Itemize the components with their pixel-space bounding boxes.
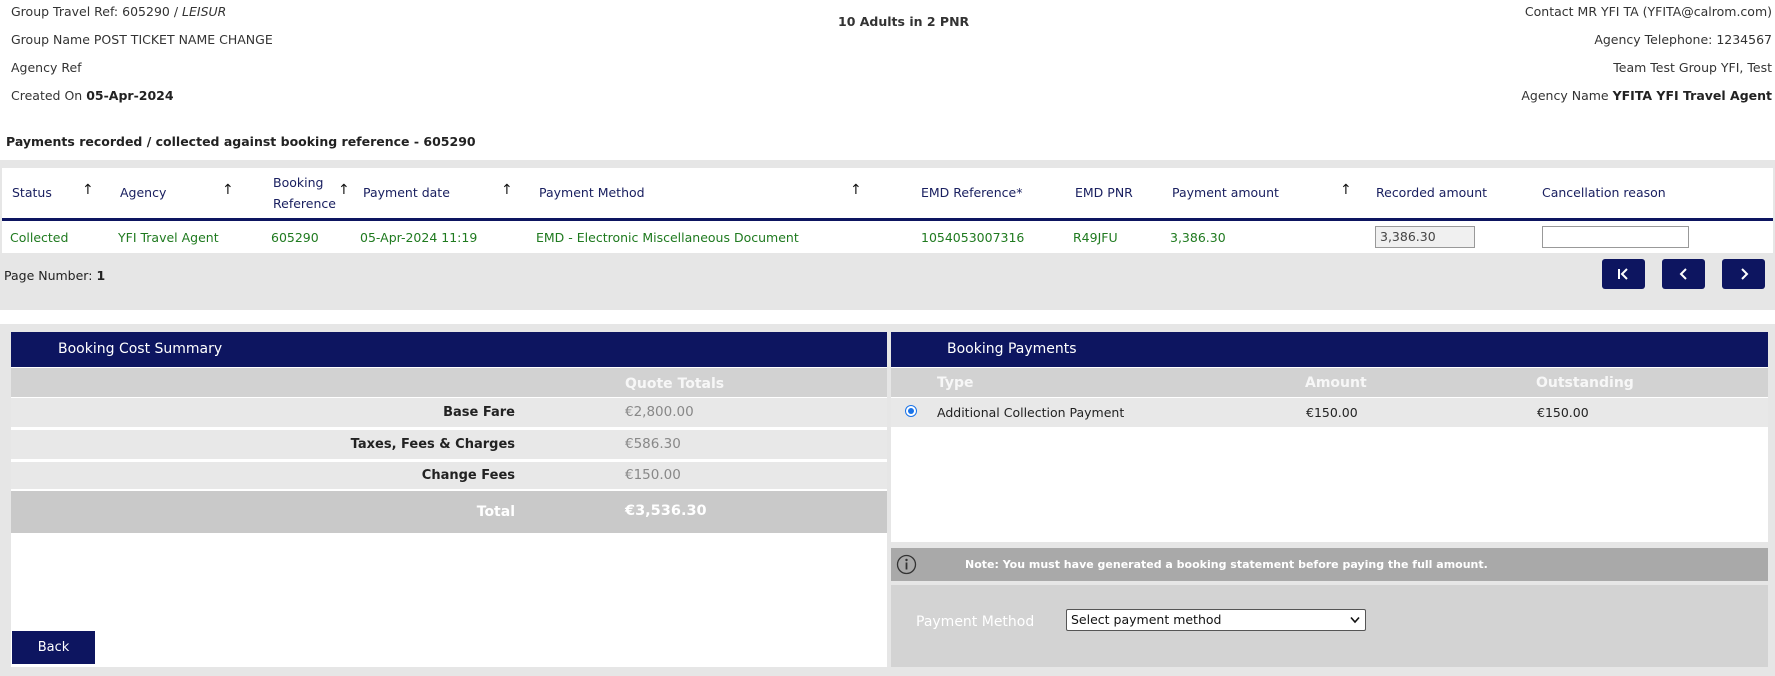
payments-table-header: Status ↑ Agency ↑ Booking Reference ↑ Pa… xyxy=(2,168,1773,221)
team-info: Team Test Group YFI, Test xyxy=(1613,60,1772,75)
cancellation-reason-input[interactable] xyxy=(1542,226,1689,248)
cost-row-base-fare: Base Fare €2,800.00 xyxy=(11,398,887,427)
page-number: Page Number: 1 xyxy=(4,268,106,283)
cell-status: Collected xyxy=(10,230,69,245)
cost-total-row: Total €3,536.30 xyxy=(11,491,887,533)
sort-arrow-agency-icon[interactable]: ↑ xyxy=(222,182,234,198)
payments-section-title: Payments recorded / collected against bo… xyxy=(6,134,476,149)
total-value: €3,536.30 xyxy=(625,503,707,519)
total-label: Total xyxy=(476,504,515,520)
created-on: Created On 05-Apr-2024 xyxy=(11,88,174,103)
first-page-icon xyxy=(1617,268,1628,280)
payment-outstanding: €150.00 xyxy=(1537,405,1589,420)
group-name: Group Name POST TICKET NAME CHANGE xyxy=(11,32,273,47)
next-page-button[interactable] xyxy=(1722,259,1765,289)
col-cancellation-reason: Cancellation reason xyxy=(1542,185,1666,200)
cost-summary-spacer xyxy=(11,539,887,667)
agency-ref: Agency Ref xyxy=(11,60,82,75)
col-amount: Amount xyxy=(1305,375,1367,391)
col-payment-method[interactable]: Payment Method xyxy=(539,182,645,203)
info-icon xyxy=(896,554,917,575)
recorded-amount-input[interactable]: 3,386.30 xyxy=(1375,226,1475,248)
col-payment-date[interactable]: Payment date xyxy=(363,182,450,203)
first-page-button[interactable] xyxy=(1602,259,1645,289)
prev-page-button[interactable] xyxy=(1662,259,1705,289)
cell-emd-reference: 1054053007316 xyxy=(921,230,1025,245)
payment-select-radio[interactable] xyxy=(905,405,917,417)
col-emd-pnr: EMD PNR xyxy=(1075,185,1133,200)
payment-type: Additional Collection Payment xyxy=(937,405,1125,420)
col-booking-reference[interactable]: Booking Reference xyxy=(273,172,336,214)
cell-booking-ref: 605290 xyxy=(271,230,319,245)
col-type: Type xyxy=(937,375,974,391)
chevron-down-icon xyxy=(1350,616,1360,624)
col-emd-reference: EMD Reference* xyxy=(921,185,1023,200)
sort-arrow-payment-method-icon[interactable]: ↑ xyxy=(850,182,862,198)
cell-payment-amount: 3,386.30 xyxy=(1170,230,1226,245)
payment-method-label: Payment Method xyxy=(916,614,1035,630)
cell-agency: YFI Travel Agent xyxy=(118,230,219,245)
sort-arrow-status-icon[interactable]: ↑ xyxy=(82,182,94,198)
payment-method-select[interactable]: Select payment method xyxy=(1066,609,1366,631)
chevron-right-icon xyxy=(1740,268,1748,280)
cost-summary-title: Booking Cost Summary xyxy=(11,332,887,367)
group-travel-ref: Group Travel Ref: 605290 / LEISUR xyxy=(11,4,227,19)
cost-row-taxes: Taxes, Fees & Charges €586.30 xyxy=(11,430,887,459)
sort-arrow-booking-ref-icon[interactable]: ↑ xyxy=(338,182,350,198)
col-recorded-amount: Recorded amount xyxy=(1376,185,1488,200)
agency-telephone: Agency Telephone: 1234567 xyxy=(1594,32,1772,47)
col-agency[interactable]: Agency xyxy=(120,182,166,203)
table-row: Collected YFI Travel Agent 605290 05-Apr… xyxy=(2,221,1773,253)
note-banner: Note: You must have generated a booking … xyxy=(891,548,1768,581)
quote-totals-header: Quote Totals xyxy=(625,376,725,392)
payment-amount: €150.00 xyxy=(1306,405,1358,420)
booking-payments-title: Booking Payments xyxy=(891,332,1768,367)
sort-arrow-payment-amount-icon[interactable]: ↑ xyxy=(1340,182,1352,198)
cell-payment-method: EMD - Electronic Miscellaneous Document xyxy=(536,230,799,245)
pax-summary: 10 Adults in 2 PNR xyxy=(838,14,970,29)
cell-payment-date: 05-Apr-2024 11:19 xyxy=(360,230,478,245)
sort-arrow-payment-date-icon[interactable]: ↑ xyxy=(501,182,513,198)
cost-summary-subheader: Quote Totals xyxy=(11,368,887,397)
col-outstanding: Outstanding xyxy=(1536,375,1634,391)
booking-payments-subheader: Type Amount Outstanding xyxy=(891,368,1768,397)
contact-info: Contact MR YFI TA (YFITA@calrom.com) xyxy=(1524,4,1772,19)
table-row: Additional Collection Payment €150.00 €1… xyxy=(891,398,1768,427)
chevron-left-icon xyxy=(1679,268,1687,280)
payment-method-area: Payment Method Select payment method xyxy=(891,585,1768,667)
col-payment-amount[interactable]: Payment amount xyxy=(1172,182,1279,203)
cost-row-change-fees: Change Fees €150.00 xyxy=(11,462,887,489)
note-text: Note: You must have generated a booking … xyxy=(965,558,1488,571)
agency-name: Agency Name YFITA YFI Travel Agent xyxy=(1521,88,1772,103)
cell-emd-pnr: R49JFU xyxy=(1073,230,1118,245)
col-status[interactable]: Status xyxy=(12,182,52,203)
back-button[interactable]: Back xyxy=(12,631,95,664)
